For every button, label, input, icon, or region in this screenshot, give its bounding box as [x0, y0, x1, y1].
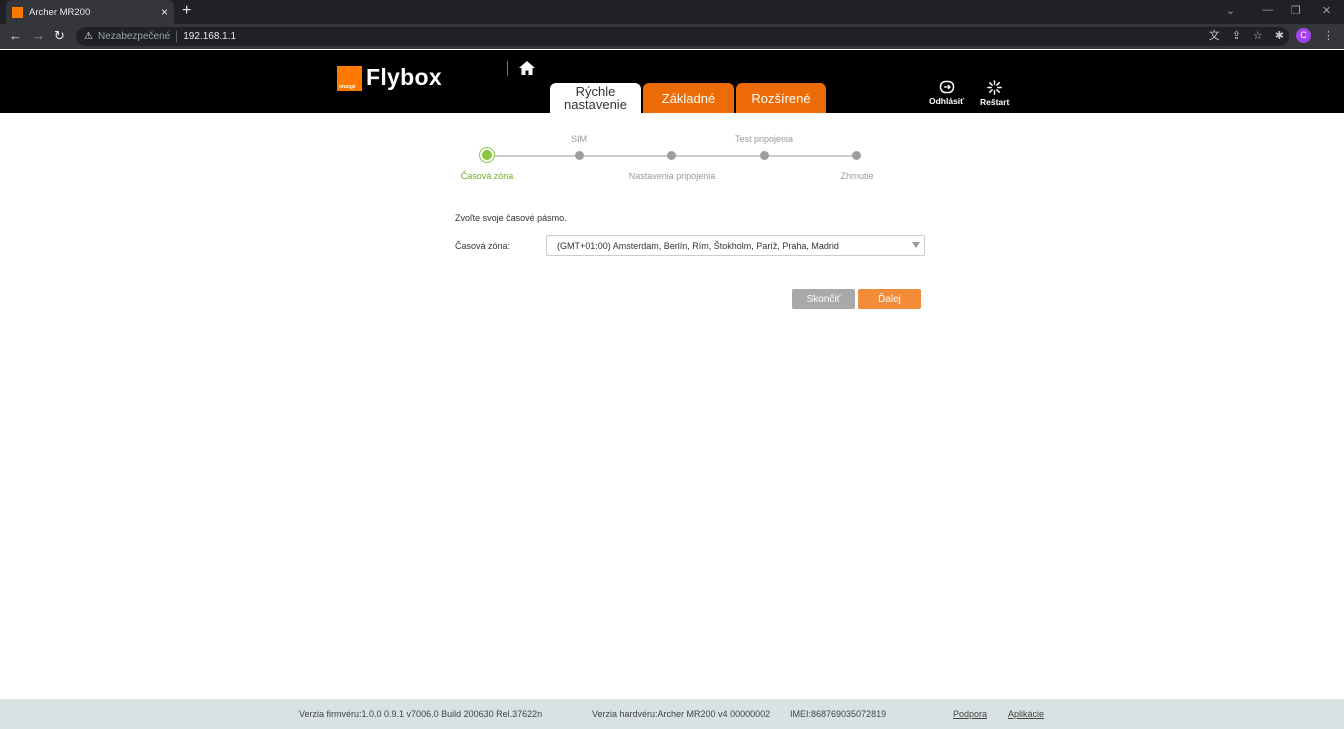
- extensions-icon[interactable]: ✱: [1275, 29, 1284, 42]
- step-dot-summary: [852, 151, 861, 160]
- security-status[interactable]: Nezabezpečené: [98, 31, 170, 42]
- close-window-icon[interactable]: ✕: [1322, 4, 1331, 17]
- step-dot-sim: [575, 151, 584, 160]
- reload-icon[interactable]: ↻: [54, 29, 65, 43]
- tab-search-icon[interactable]: ⌄: [1226, 4, 1235, 17]
- timezone-select[interactable]: (GMT+01:00) Amsterdam, Berlín, Rím, Štok…: [546, 235, 925, 256]
- tab-quick-setup[interactable]: Rýchle nastavenie: [550, 83, 641, 113]
- logout-button[interactable]: Odhlásiť: [929, 80, 964, 106]
- restart-label: Reštart: [980, 97, 1010, 107]
- apps-link[interactable]: Aplikácie: [1008, 709, 1044, 719]
- warning-icon[interactable]: ⚠: [84, 31, 93, 42]
- firmware-version: Verzia firmvéru:1.0.0 0.9.1 v7006.0 Buil…: [299, 709, 543, 719]
- page-footer: Verzia firmvéru:1.0.0 0.9.1 v7006.0 Buil…: [0, 699, 1344, 729]
- restart-button[interactable]: Reštart: [980, 80, 1009, 107]
- browser-actions: 文 ⇪ ☆ ✱ C ⋮: [1209, 27, 1334, 43]
- orange-logo: orange: [337, 66, 362, 91]
- timezone-prompt: Zvoľte svoje časové pásmo.: [455, 213, 567, 223]
- tab-advanced[interactable]: Rozšírené: [736, 83, 826, 113]
- tab-title: Archer MR200: [29, 6, 91, 18]
- omnibox-divider: [176, 31, 178, 42]
- new-tab-button[interactable]: +: [182, 3, 191, 19]
- translate-icon[interactable]: 文: [1209, 27, 1220, 43]
- url-text[interactable]: 192.168.1.1: [183, 31, 236, 42]
- tab-quick-setup-line2: nastavenie: [564, 97, 627, 112]
- home-icon[interactable]: [518, 60, 536, 76]
- brand-name: Flybox: [366, 64, 442, 90]
- header-divider: [507, 61, 508, 76]
- next-button[interactable]: Ďalej: [858, 289, 921, 309]
- skip-button[interactable]: Skončiť: [792, 289, 855, 309]
- step-label-summary: Zhrnutie: [840, 171, 874, 181]
- step-label-connection-settings: Nastavenia pripojenia: [628, 171, 716, 181]
- restore-icon[interactable]: ❐: [1291, 4, 1301, 17]
- profile-avatar[interactable]: C: [1296, 27, 1311, 43]
- browser-toolbar: ← → ↻ ⚠ Nezabezpečené 192.168.1.1 文 ⇪ ☆ …: [0, 24, 1344, 49]
- step-dot-connection-settings: [667, 151, 676, 160]
- step-label-sim: SIM: [570, 134, 588, 144]
- bookmark-star-icon[interactable]: ☆: [1253, 29, 1263, 42]
- hardware-version: Verzia hardvéru:Archer MR200 v4 00000002: [592, 709, 771, 719]
- tab-basic[interactable]: Základné: [643, 83, 734, 113]
- step-dot-connection-test: [760, 151, 769, 160]
- back-icon[interactable]: ←: [9, 29, 22, 43]
- step-label-connection-test: Test pripojenia: [734, 134, 794, 144]
- forward-icon[interactable]: →: [32, 29, 45, 43]
- logout-label: Odhlásiť: [929, 96, 965, 106]
- step-label-timezone: Časová zóna: [460, 171, 514, 181]
- router-header: orange Flybox Rýchle nastavenie Základné…: [0, 50, 1344, 113]
- logo-text: orange: [339, 84, 356, 90]
- share-icon[interactable]: ⇪: [1232, 29, 1241, 42]
- dropdown-caret-icon[interactable]: [912, 242, 920, 248]
- support-link[interactable]: Podpora: [953, 709, 987, 719]
- minimize-icon[interactable]: —: [1262, 4, 1273, 16]
- browser-tab-bar: Archer MR200 × + ⌄ — ❐ ✕: [0, 0, 1344, 24]
- orange-favicon-icon: [12, 6, 23, 18]
- wizard-progress: Časová zóna SIM Nastavenia pripojenia Te…: [455, 130, 895, 190]
- step-dot-timezone: [480, 148, 494, 162]
- tab-close-icon[interactable]: ×: [161, 6, 168, 18]
- imei-value: IMEI:868769035072819: [790, 709, 887, 719]
- timezone-label: Časová zóna:: [455, 241, 511, 251]
- menu-kebab-icon[interactable]: ⋮: [1323, 29, 1334, 42]
- logout-icon: [939, 80, 954, 94]
- address-bar[interactable]: ⚠ Nezabezpečené 192.168.1.1: [76, 27, 1289, 46]
- restart-icon: [987, 80, 1002, 95]
- browser-tab[interactable]: Archer MR200 ×: [6, 0, 174, 24]
